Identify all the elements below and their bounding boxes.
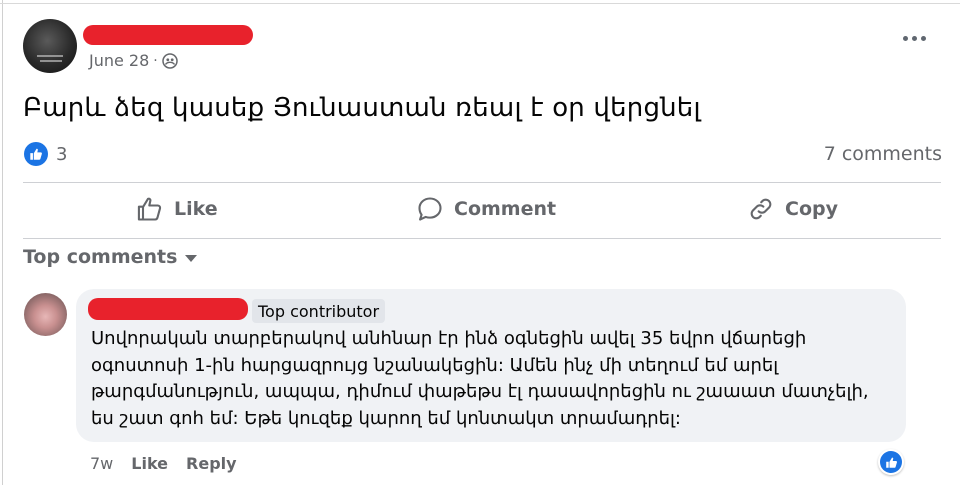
post-meta: June 28 · [89,51,178,70]
comment-label: Comment [454,198,557,220]
comment-line: թարգմանություն, ապպա, դիմում փաթեթս էլ դ… [91,381,869,402]
like-label: Like [174,198,218,220]
divider-bottom [23,238,941,239]
like-button[interactable]: Like [136,195,218,223]
comment-reply-button[interactable]: Reply [186,454,237,473]
reactions-summary[interactable]: 3 [24,142,67,166]
link-icon [750,198,772,220]
comment-line: օգոստոսի 1-ին հարցազրույց նշանակեցին: Ամ… [91,354,779,376]
comment-text: Սովորական տարբերակով անհնար էր ինձ օգնեց… [91,326,891,432]
friends-icon[interactable] [162,52,178,69]
top-contributor-badge: Top contributor [252,299,386,323]
comments-filter-dropdown[interactable]: Top comments [23,246,198,268]
card-left-border [2,0,3,485]
comment-bubble-icon [418,197,442,221]
comment-line: Սովորական տարբերակով անհնար էր ինձ օգնեց… [91,328,807,349]
comments-filter-label: Top comments [23,246,178,268]
like-reaction-icon [24,142,48,166]
copy-button[interactable]: Copy [747,195,838,223]
caret-down-icon [185,255,198,262]
date-separator: · [153,52,158,69]
comment-reaction-icon[interactable] [878,449,904,475]
comment-button[interactable]: Comment [416,195,556,223]
copy-label: Copy [785,198,838,220]
post-date[interactable]: June 28 [89,51,149,70]
more-options-icon[interactable] [903,36,926,41]
comment-line: ես շատ գոհ եմ: Եթե կուզեք կարող եմ կոնտա… [91,407,682,429]
comment-like-button[interactable]: Like [131,454,168,473]
comment-actions: 7w Like Reply [90,454,237,473]
card-top-border [0,3,960,4]
post-card: June 28 · Բարև ձեզ կասեք Յունաստան ռեալ … [0,0,960,485]
comment-time[interactable]: 7w [90,454,113,473]
comments-count-link[interactable]: 7 comments [824,143,942,165]
commenter-name-redaction [88,298,248,320]
like-count: 3 [56,143,68,165]
author-name-redaction [83,25,253,45]
post-text: Բարև ձեզ կասեք Յունաստան ռեալ է օր վերցն… [23,93,701,123]
commenter-avatar[interactable] [24,293,67,336]
divider-top [23,182,941,183]
author-avatar[interactable] [23,19,77,73]
thumbs-up-icon [137,197,162,221]
